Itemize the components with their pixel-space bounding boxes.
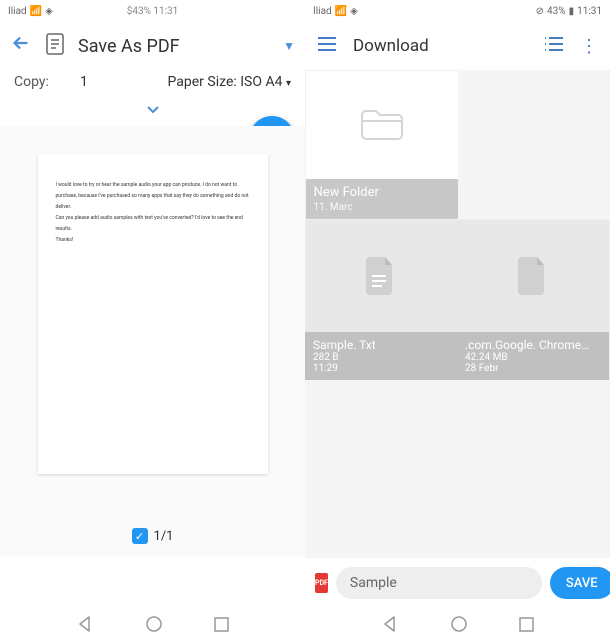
nav-home-button[interactable] xyxy=(146,616,162,636)
filename-input[interactable] xyxy=(336,567,542,599)
carrier-label: Iliad xyxy=(313,6,332,17)
dnd-icon: ⊘ xyxy=(536,6,544,17)
back-button[interactable] xyxy=(10,32,32,60)
folder-item[interactable]: New Folder 11. Marc xyxy=(306,71,458,219)
file-icon xyxy=(518,257,548,295)
copies-input[interactable] xyxy=(69,74,99,90)
nav-home-button[interactable] xyxy=(451,616,467,636)
page-count: 1/1 xyxy=(154,529,174,544)
menu-button[interactable] xyxy=(317,36,337,56)
page-indicator: ✓ 1/1 xyxy=(132,528,174,544)
file-item[interactable] xyxy=(305,220,457,332)
save-button[interactable]: SAVE xyxy=(550,567,610,599)
carrier-label: Iliad xyxy=(8,6,27,17)
item-name: New Folder xyxy=(314,185,450,200)
view-toggle-button[interactable] xyxy=(544,36,564,56)
app-title: Download xyxy=(353,36,528,56)
nav-back-button[interactable] xyxy=(76,615,94,637)
file-grid: New Folder 11. Marc Sample. Txt 282 B 11… xyxy=(305,70,610,380)
wifi-icon: ◈ xyxy=(350,6,358,17)
left-screen: Iliad 📶 ◈ $43% 11:31 Save As PDF ▼ Copy:… xyxy=(0,0,305,608)
page-preview[interactable]: I would love to try or hear the sample a… xyxy=(38,154,268,474)
app-bar: Download ⋮ xyxy=(305,22,610,70)
print-options: Copy: Paper Size: ISO A4 ▾ xyxy=(0,70,305,100)
page-checkbox[interactable]: ✓ xyxy=(132,528,148,544)
file-label: Sample. Txt 282 B 11:29 xyxy=(305,332,457,380)
app-title[interactable]: Save As PDF xyxy=(78,36,261,57)
file-item[interactable] xyxy=(457,220,609,332)
pdf-badge-icon: PDF xyxy=(315,573,328,593)
nav-bars xyxy=(0,608,610,644)
paper-size-label[interactable]: Paper Size: ISO A4 ▾ xyxy=(168,74,291,90)
battery-text: 43% xyxy=(547,6,566,17)
signal-icon: 📶 xyxy=(335,6,347,17)
title-dropdown-icon[interactable]: ▼ xyxy=(283,39,295,53)
app-bar: Save As PDF ▼ xyxy=(0,22,305,70)
battery-icon: ▮ xyxy=(569,6,575,17)
time-text: 11:31 xyxy=(577,6,602,17)
more-button[interactable]: ⋮ xyxy=(580,36,598,57)
save-bar: PDF SAVE xyxy=(305,558,610,608)
status-bar: Iliad 📶 ◈ ⊘ 43% ▮ 11:31 xyxy=(305,0,610,22)
nav-recent-button[interactable] xyxy=(519,617,534,636)
status-center-text: $43% 11:31 xyxy=(127,6,179,17)
file-icon xyxy=(366,257,396,295)
signal-icon: 📶 xyxy=(30,6,42,17)
nav-back-button[interactable] xyxy=(381,615,399,637)
pdf-doc-icon xyxy=(46,33,64,59)
copies-label: Copy: xyxy=(14,74,49,90)
preview-area: I would love to try or hear the sample a… xyxy=(0,126,305,556)
chevron-down-icon: ▾ xyxy=(286,78,291,89)
right-screen: Iliad 📶 ◈ ⊘ 43% ▮ 11:31 Download ⋮ xyxy=(305,0,610,608)
folder-icon xyxy=(360,107,404,143)
file-label: .com.Google. Chrome… 42.24 MB 28 Febr xyxy=(457,332,609,380)
item-date: 11. Marc xyxy=(314,202,450,213)
nav-recent-button[interactable] xyxy=(214,617,229,636)
status-bar: Iliad 📶 ◈ $43% 11:31 xyxy=(0,0,305,22)
wifi-icon: ◈ xyxy=(45,6,53,17)
